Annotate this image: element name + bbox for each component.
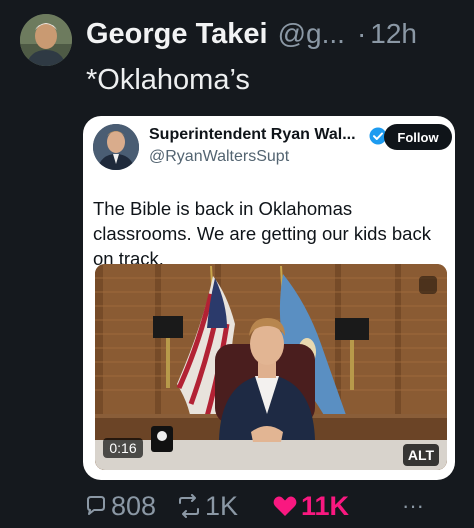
tweet-header: George Takei @g... · 12h [86,18,464,58]
author-handle[interactable]: @g... [278,18,345,50]
quoted-tweet-card[interactable]: Superintendent Ryan Wal... @RyanWaltersS… [83,116,455,480]
repost-button[interactable]: 1K [176,486,238,526]
reply-icon [87,496,105,515]
follow-button[interactable]: Follow [384,124,452,150]
heart-icon [273,496,297,516]
video-timer: 0:16 [103,438,143,458]
quoted-handle[interactable]: @RyanWaltersSupt [149,148,289,166]
author-avatar[interactable] [20,14,72,66]
tweet-text: *Oklahoma’s [86,64,250,96]
quoted-tweet-text: The Bible is back in Oklahomas classroom… [93,198,431,269]
quoted-author-avatar[interactable] [93,124,139,170]
separator-dot: · [356,18,367,49]
reply-button[interactable]: 808 [84,486,156,526]
media-expand-icon[interactable] [419,276,437,294]
like-button[interactable]: 11K [272,486,349,526]
repost-icon [179,494,199,518]
tweet-timestamp[interactable]: 12h [370,18,417,50]
tweet-actions: 808 1K 11K ··· [84,486,464,526]
quoted-video[interactable]: 0:16 ALT [95,264,447,470]
like-count: 11K [301,490,350,521]
video-thumbnail [95,264,447,470]
author-display-name[interactable]: George Takei [86,18,268,51]
alt-text-badge[interactable]: ALT [403,444,439,466]
more-options-icon[interactable]: ··· [402,486,424,526]
repost-count: 1K [205,490,239,521]
quoted-display-name[interactable]: Superintendent Ryan Wal... [149,126,356,144]
reply-count: 808 [111,490,157,521]
